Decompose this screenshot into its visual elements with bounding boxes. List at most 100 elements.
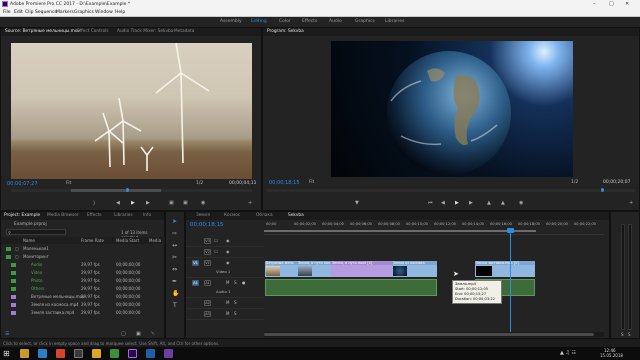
menu-clip[interactable]: Clip: [25, 10, 34, 15]
tray-icons[interactable]: ▲ ♫ ☷: [560, 350, 576, 356]
tab-info[interactable]: Info: [143, 213, 151, 218]
source-timecode[interactable]: 00;00;07;27: [7, 181, 38, 187]
tab-libraries[interactable]: Libraries: [114, 213, 133, 218]
lift-button[interactable]: ▲: [487, 200, 491, 206]
source-page-select[interactable]: 1/2: [196, 181, 203, 186]
scrollbar-thumb[interactable]: [264, 333, 594, 336]
type-tool-icon[interactable]: T: [173, 302, 177, 309]
list-item[interactable]: Audio 29,97 fps 00;00;00;00: [1, 261, 166, 269]
solo-button[interactable]: S: [234, 280, 237, 285]
menu-graphics[interactable]: Graphics: [74, 10, 94, 15]
close-icon[interactable]: ✕: [625, 1, 629, 7]
razor-tool-icon[interactable]: ✂: [172, 254, 177, 261]
workspace-color[interactable]: Color: [279, 19, 291, 24]
program-play-button[interactable]: ▶: [455, 200, 459, 206]
mark-in-button[interactable]: 〉: [93, 200, 98, 207]
play-button[interactable]: ▶: [131, 200, 135, 206]
program-scrubber[interactable]: [267, 188, 635, 192]
timeline-clip-video[interactable]: Ветряные мель: [265, 261, 297, 277]
tab-effect-controls[interactable]: Effect Controls: [77, 29, 109, 34]
menu-file[interactable]: File: [3, 10, 11, 15]
eye-icon[interactable]: ◉: [226, 238, 230, 243]
column-media-end[interactable]: Media: [149, 238, 161, 243]
lock-icon[interactable]: ☐: [214, 249, 218, 254]
step-back-button[interactable]: ◀: [116, 200, 120, 206]
timeline-clip-video[interactable]: Земля, в пути поле: [297, 261, 331, 277]
selection-tool-icon[interactable]: ➤: [172, 218, 177, 225]
workspace-effects[interactable]: Effects: [302, 19, 317, 24]
list-item[interactable]: ▢ Маленькая1: [1, 245, 166, 253]
extract-button[interactable]: ▲: [501, 200, 505, 206]
tab-program[interactable]: Program: Sekvba: [267, 29, 304, 34]
solo-button[interactable]: S: [234, 300, 237, 305]
camera-icon[interactable]: ◉: [519, 200, 523, 206]
program-add-button[interactable]: +: [629, 200, 633, 206]
workspace-graphics[interactable]: Graphics: [355, 19, 375, 24]
source-patch-a1[interactable]: A1: [192, 280, 199, 286]
program-step-forward-button[interactable]: ▶: [469, 200, 473, 206]
program-page-select[interactable]: 1/2: [571, 180, 578, 185]
timeline-clip-audio[interactable]: [265, 279, 437, 296]
timeline-ruler[interactable]: 00;00 00;00;02;00 00;00;04;00 00;00;06;0…: [264, 221, 604, 235]
program-playhead[interactable]: [601, 188, 604, 192]
menu-sequence[interactable]: Sequence: [35, 10, 57, 15]
source-playhead[interactable]: [126, 188, 129, 192]
timeline-clip-video[interactable]: Земля из космоса: [392, 261, 437, 277]
lock-icon[interactable]: ☐: [214, 238, 218, 243]
workspace-assembly[interactable]: Assembly: [220, 19, 242, 24]
slip-tool-icon[interactable]: ⇔: [172, 266, 177, 273]
microphone-icon[interactable]: ●: [242, 280, 246, 285]
track-target-v2[interactable]: V2: [204, 249, 211, 255]
solo-meter-button[interactable]: S: [621, 332, 624, 337]
track-select-tool-icon[interactable]: ⇨: [172, 230, 177, 237]
app-taskbar-icon[interactable]: [110, 349, 119, 358]
tab-effects[interactable]: Effects: [87, 213, 102, 218]
eye-icon[interactable]: ◉: [226, 249, 230, 254]
program-timecode[interactable]: 00;00;18;15: [269, 180, 300, 186]
maximize-icon[interactable]: □: [609, 1, 614, 7]
insert-button[interactable]: ▣: [169, 200, 174, 206]
go-to-in-button[interactable]: ⏮: [428, 200, 433, 206]
list-item[interactable]: ▢ Мониторинг: [1, 253, 166, 261]
timeline-clip-video[interactable]: Земля заставка.mp4 [V]: [475, 261, 535, 277]
premiere-taskbar-icon[interactable]: [128, 349, 137, 358]
workspace-audio[interactable]: Audio: [329, 19, 342, 24]
timeline-playhead[interactable]: [510, 228, 511, 332]
track-target-a1[interactable]: A1: [204, 280, 211, 286]
overwrite-button[interactable]: ▣: [183, 200, 188, 206]
mute-button[interactable]: M: [226, 280, 229, 285]
tab-sequence-main[interactable]: Sekvba: [288, 213, 304, 218]
tab-sequence-space[interactable]: Космос: [224, 213, 240, 218]
app-taskbar-icon[interactable]: [74, 349, 83, 358]
tab-audio-mixer[interactable]: Audio Track Mixer: Sekvba: [117, 29, 173, 34]
source-patch-v1[interactable]: V1: [192, 260, 199, 266]
column-name[interactable]: Name: [23, 238, 35, 243]
timeline-horizontal-scrollbar[interactable]: [264, 332, 604, 337]
track-target-a3[interactable]: A3: [204, 311, 211, 317]
tab-source[interactable]: Source: Ветряные мельницы.mov: [5, 29, 80, 34]
workspace-editing[interactable]: Editing: [251, 19, 267, 24]
tab-media-browser[interactable]: Media Browser: [47, 213, 79, 218]
mute-button[interactable]: M: [226, 300, 229, 305]
menu-window[interactable]: Window: [95, 10, 113, 15]
app-taskbar-icon[interactable]: [146, 349, 155, 358]
program-fit-select[interactable]: Fit: [309, 180, 314, 185]
menu-edit[interactable]: Edit: [14, 10, 23, 15]
step-forward-button[interactable]: ▶: [146, 200, 150, 206]
list-view-icon[interactable]: ☰: [5, 331, 9, 337]
source-scrubber[interactable]: [11, 188, 252, 192]
tab-sequence-clouds[interactable]: Облака: [256, 213, 273, 218]
clock-date[interactable]: 15.05.2018: [600, 353, 623, 358]
timeline-timecode[interactable]: 00;00;18;15: [190, 222, 224, 228]
column-frame-rate[interactable]: Frame Rate: [81, 238, 104, 243]
media-taskbar-icon[interactable]: [56, 349, 65, 358]
minimize-icon[interactable]: –: [593, 1, 596, 7]
mute-button[interactable]: M: [226, 311, 229, 316]
hand-tool-icon[interactable]: ✋: [172, 290, 179, 297]
pen-tool-icon[interactable]: ✒: [172, 278, 177, 285]
timeline-clip-purple[interactable]: Земля, в пути поле [V]: [331, 261, 392, 277]
eye-icon[interactable]: ◉: [226, 260, 230, 265]
ripple-edit-tool-icon[interactable]: ↔: [172, 242, 177, 249]
explorer-taskbar-icon[interactable]: [20, 349, 29, 358]
new-item-icon[interactable]: ▣: [136, 331, 141, 337]
